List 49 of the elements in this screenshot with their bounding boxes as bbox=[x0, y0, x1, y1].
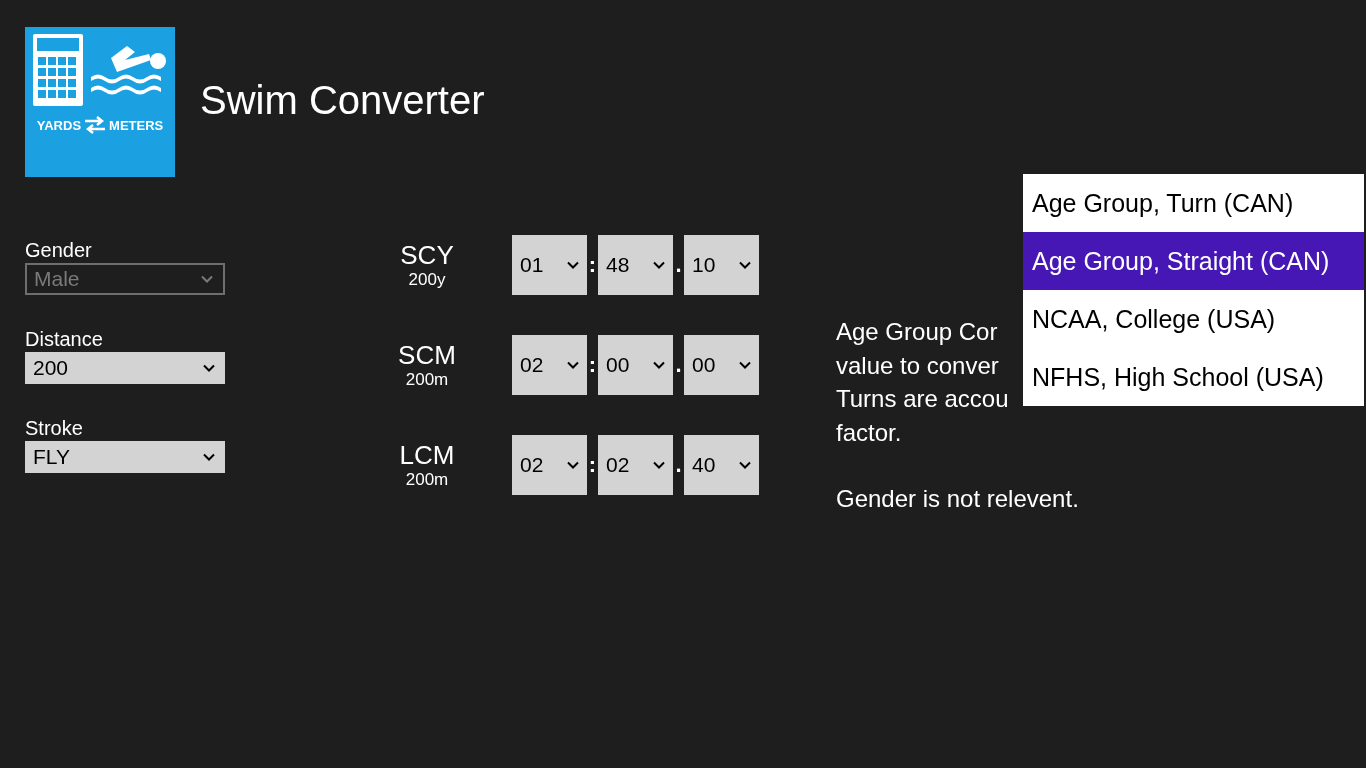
chevron-down-icon bbox=[653, 361, 665, 369]
dropdown-field[interactable]: FLY bbox=[25, 441, 225, 473]
field-label: Distance bbox=[25, 327, 104, 352]
chevron-down-icon bbox=[203, 364, 215, 372]
time-separator: : bbox=[587, 452, 598, 478]
time-dropdown[interactable]: 00 bbox=[684, 335, 759, 395]
chevron-down-icon bbox=[739, 261, 751, 269]
note-text: Gender is not relevent. bbox=[836, 484, 1079, 514]
description-text: Turns are accou bbox=[836, 384, 1010, 414]
course-label: LCM bbox=[399, 440, 455, 470]
time-separator: . bbox=[674, 352, 683, 378]
time-dropdown[interactable]: 02 bbox=[512, 335, 587, 395]
time-separator: : bbox=[587, 252, 598, 278]
logo-text: YARDS bbox=[36, 117, 82, 133]
field-label: Gender bbox=[25, 238, 93, 263]
time-dropdown[interactable]: 02 bbox=[512, 435, 587, 495]
menu-item[interactable]: Age Group, Straight (CAN) bbox=[1023, 232, 1364, 290]
chevron-down-icon bbox=[567, 261, 579, 269]
description-text: factor. bbox=[836, 417, 903, 448]
swap-arrows-icon bbox=[83, 116, 108, 134]
dropdown-field[interactable]: 200 bbox=[25, 352, 225, 384]
time-dropdown[interactable]: 10 bbox=[684, 235, 759, 295]
menu-item[interactable]: Age Group, Turn (CAN) bbox=[1023, 174, 1364, 232]
course-distance: 200y bbox=[408, 270, 446, 290]
course-label: SCY bbox=[400, 240, 454, 270]
course-distance: 200m bbox=[405, 370, 449, 390]
menu-item[interactable]: NFHS, High School (USA) bbox=[1023, 348, 1364, 406]
course-label: SCM bbox=[398, 340, 456, 370]
chevron-down-icon bbox=[739, 461, 751, 469]
logo-text: METERS bbox=[109, 117, 164, 133]
chevron-down-icon bbox=[653, 261, 665, 269]
chevron-down-icon bbox=[739, 361, 751, 369]
chevron-down-icon bbox=[567, 461, 579, 469]
app-title: Swim Converter bbox=[200, 77, 485, 123]
time-dropdown[interactable]: 01 bbox=[512, 235, 587, 295]
chevron-down-icon bbox=[653, 461, 665, 469]
time-separator: . bbox=[674, 252, 683, 278]
course-distance: 200m bbox=[405, 470, 449, 490]
chevron-down-icon bbox=[567, 361, 579, 369]
time-dropdown[interactable]: 48 bbox=[598, 235, 673, 295]
time-dropdown[interactable]: 40 bbox=[684, 435, 759, 495]
field-label: Stroke bbox=[25, 416, 84, 441]
menu-item[interactable]: NCAA, College (USA) bbox=[1023, 290, 1364, 348]
time-separator: : bbox=[587, 352, 598, 378]
time-dropdown[interactable]: 00 bbox=[598, 335, 673, 395]
chevron-down-icon bbox=[203, 453, 215, 461]
chevron-down-icon bbox=[201, 275, 213, 283]
time-separator: . bbox=[674, 452, 683, 478]
time-dropdown[interactable]: 02 bbox=[598, 435, 673, 495]
